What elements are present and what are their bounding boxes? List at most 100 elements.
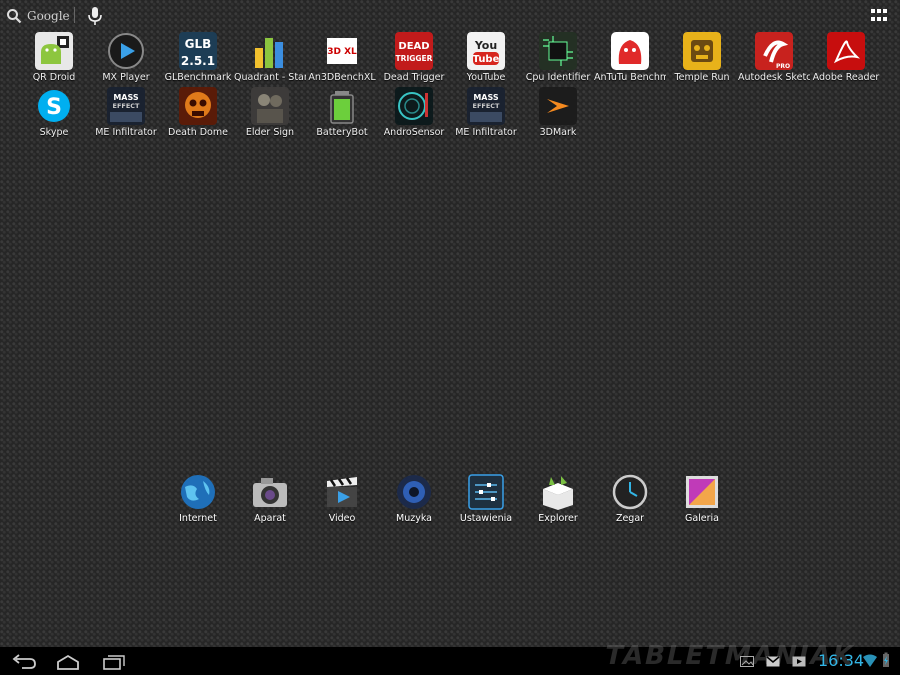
gallery-notification-icon[interactable] [740,656,754,667]
svg-text:Tube: Tube [473,54,500,65]
temple-run-icon [683,32,721,70]
home-icon[interactable] [54,653,82,671]
app-label: ME Infiltrator [455,127,517,138]
dock-label: Video [328,513,356,524]
dock-label: Explorer [538,513,578,524]
google-search-bar[interactable]: Google [6,5,70,27]
app-label: Skype [39,127,69,138]
app-icon-mx-player[interactable]: MX Player [90,32,162,88]
svg-text:2.5.1: 2.5.1 [181,54,215,68]
app-icon-3dmark[interactable]: 3DMark [522,87,594,143]
app-label: 3DMark [539,127,577,138]
battery-icon [883,652,889,667]
app-icon-me-infiltrator[interactable]: MASSEFFECTMASS EFFECT ME Infiltrator [450,87,522,143]
dock-item-muzyka[interactable]: Muzyka [378,473,450,529]
video-clapper-icon [323,473,361,511]
gallery-icon [683,473,721,511]
skype-icon: S [35,87,73,125]
mx-player-icon [107,32,145,70]
svg-text:TRIGGER: TRIGGER [396,54,433,63]
elder-sign-icon [251,87,289,125]
app-icon-qr-droid[interactable]: QR Droid [18,32,90,88]
dock-item-video[interactable]: Video [306,473,378,529]
app-icon-skype[interactable]: S Skype [18,87,90,143]
dock-item-zegar[interactable]: Zegar [594,473,666,529]
search-divider [74,7,75,23]
svg-text:EFFECT: EFFECT [473,102,501,110]
app-icon-adobe-reader[interactable]: Adobe Reader [810,32,882,88]
dead-trigger-icon: DEADTRIGGERDEAD TRIGGER [395,32,433,70]
glbenchmark-icon: GLB2.5.1GLB 2.5.1 [179,32,217,70]
microphone-icon[interactable] [86,6,104,26]
app-label: GLBenchmark [164,72,232,83]
svg-text:PRO: PRO [776,63,790,70]
app-icon-antutu-benchmark[interactable]: AnTuTu Benchmark [594,32,666,88]
app-label: Adobe Reader [812,72,880,83]
dock-item-internet[interactable]: Internet [162,473,234,529]
app-icon-cpu-identifier[interactable]: Cpu Identifier [522,32,594,88]
app-label: YouTube [466,72,506,83]
dock-label: Ustawienia [459,513,513,524]
an3dbench-icon: 3D XL [323,32,361,70]
app-icon-autodesk-sketchbook[interactable]: PROPRO Autodesk SketchBook [738,32,810,88]
svg-text:S: S [46,95,62,120]
dock-item-ustawienia[interactable]: Ustawienia [450,473,522,529]
svg-text:EFFECT: EFFECT [113,102,141,110]
death-dome-icon [179,87,217,125]
app-icon-youtube[interactable]: YouTubeYou TubeYouTube [450,32,522,88]
svg-text:MASS: MASS [473,93,499,102]
search-label: Google [27,9,70,23]
app-icon-death-dome[interactable]: Death Dome [162,87,234,143]
mass-effect-icon: MASSEFFECTMASS EFFECT [107,87,145,125]
back-icon[interactable] [10,653,38,671]
batterybot-icon [323,87,361,125]
app-icon-elder-sign[interactable]: Elder Sign [234,87,306,143]
app-icon-an3dbenchxl[interactable]: 3D XL An3DBenchXL [306,32,378,88]
app-label: Dead Trigger [383,72,445,83]
quadrant-icon [251,32,289,70]
app-icon-dead-trigger[interactable]: DEADTRIGGERDEAD TRIGGERDead Trigger [378,32,450,88]
explorer-box-icon [539,473,577,511]
status-clock[interactable]: 16:34 [818,651,864,670]
dock-item-aparat[interactable]: Aparat [234,473,306,529]
media-notification-icon[interactable] [792,656,806,667]
app-label: Death Dome [168,127,228,138]
app-label: ME Infiltrator [95,127,157,138]
svg-text:MASS: MASS [113,93,139,102]
mass-effect-icon: MASSEFFECTMASS EFFECT [467,87,505,125]
speaker-icon [395,473,433,511]
svg-text:GLB: GLB [185,37,212,51]
androsensor-icon [395,87,433,125]
wifi-icon [863,654,877,667]
qr-droid-icon [35,32,73,70]
app-icon-batterybot[interactable]: BatteryBot [306,87,378,143]
antutu-icon [611,32,649,70]
app-icon-glbenchmark[interactable]: GLB2.5.1GLB 2.5.1GLBenchmark [162,32,234,88]
dock-item-explorer[interactable]: Explorer [522,473,594,529]
clock-icon [611,473,649,511]
dock-label: Internet [179,513,217,524]
app-icon-quadrant-standard[interactable]: Quadrant - Standard [234,32,306,88]
app-label: AndroSensor [383,127,445,138]
gmail-notification-icon[interactable] [766,656,780,667]
recent-apps-icon[interactable] [100,653,128,671]
dock-item-galeria[interactable]: Galeria [666,473,738,529]
svg-text:DEAD: DEAD [398,41,429,52]
dock-label: Zegar [615,513,645,524]
app-icon-androsensor[interactable]: AndroSensor [378,87,450,143]
app-icon-me-infiltrator[interactable]: MASSEFFECTMASS EFFECT ME Infiltrator [90,87,162,143]
cpu-identifier-icon [539,32,577,70]
app-label: QR Droid [32,72,76,83]
dock-label: Galeria [684,513,720,524]
dock-label: Muzyka [396,513,432,524]
svg-text:You: You [474,39,497,52]
settings-sliders-icon [467,473,505,511]
grid-icon[interactable] [871,9,887,23]
top-bar: Google [0,0,900,32]
app-icon-temple-run[interactable]: Temple Run [666,32,738,88]
app-label: BatteryBot [316,127,368,138]
autodesk-sketchbook-icon: PROPRO [755,32,793,70]
3dmark-icon [539,87,577,125]
app-label: Temple Run [674,72,730,83]
youtube-icon: YouTubeYou Tube [467,32,505,70]
